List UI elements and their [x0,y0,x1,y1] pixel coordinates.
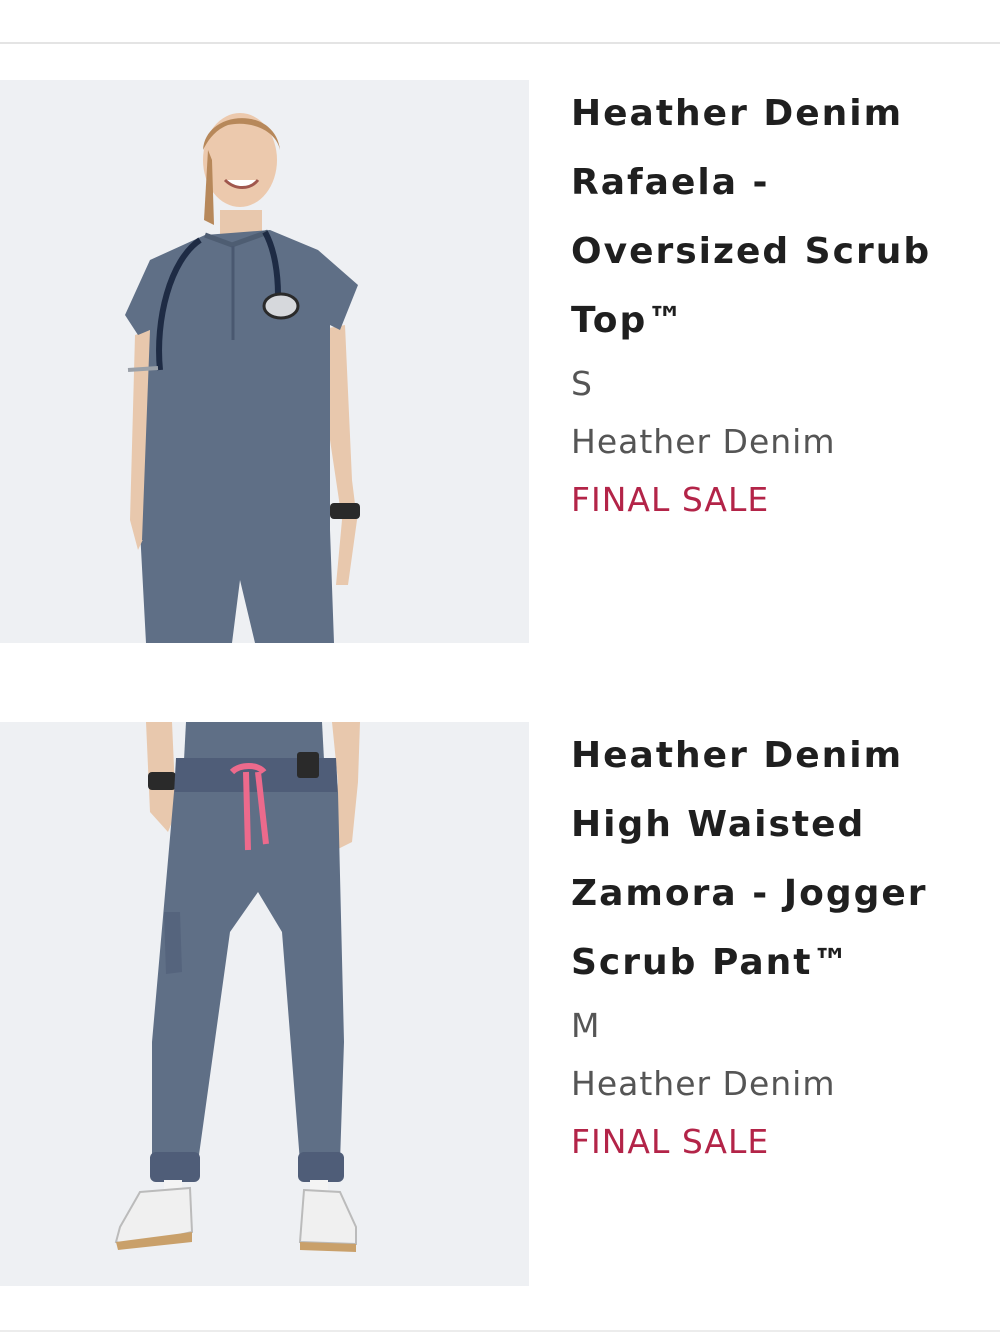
product-title[interactable]: Heather Denim High Waisted Zamora - Jogg… [571,721,991,997]
title-line: Scrub Pant™ [571,942,851,983]
item-color: Heather Denim [571,422,836,461]
bottom-divider [0,1330,1000,1332]
title-line: Heather Denim [571,93,904,134]
product-title[interactable]: Heather Denim Rafaela - Oversized Scrub … [571,79,991,355]
scrub-top-photo [0,80,529,643]
title-line: Zamora - Jogger [571,873,928,914]
item-size: M [571,1006,601,1045]
final-sale-badge: FINAL SALE [571,1122,770,1161]
title-line: Heather Denim [571,735,904,776]
item-size: S [571,364,593,403]
title-line: Oversized Scrub [571,231,932,272]
jogger-pant-photo [0,722,529,1286]
top-divider [0,42,1000,44]
title-line: Rafaela - [571,162,770,203]
item-details: Heather Denim Rafaela - Oversized Scrub … [571,80,991,529]
item-color: Heather Denim [571,1064,836,1103]
final-sale-badge: FINAL SALE [571,480,770,519]
cart-item: Heather Denim Rafaela - Oversized Scrub … [0,80,1000,643]
title-line: High Waisted [571,804,866,845]
title-line: Top™ [571,300,686,341]
cart-item: Heather Denim High Waisted Zamora - Jogg… [0,722,1000,1286]
product-image-jogger-pant[interactable] [0,722,529,1286]
item-details: Heather Denim High Waisted Zamora - Jogg… [571,722,991,1171]
product-image-scrub-top[interactable] [0,80,529,643]
